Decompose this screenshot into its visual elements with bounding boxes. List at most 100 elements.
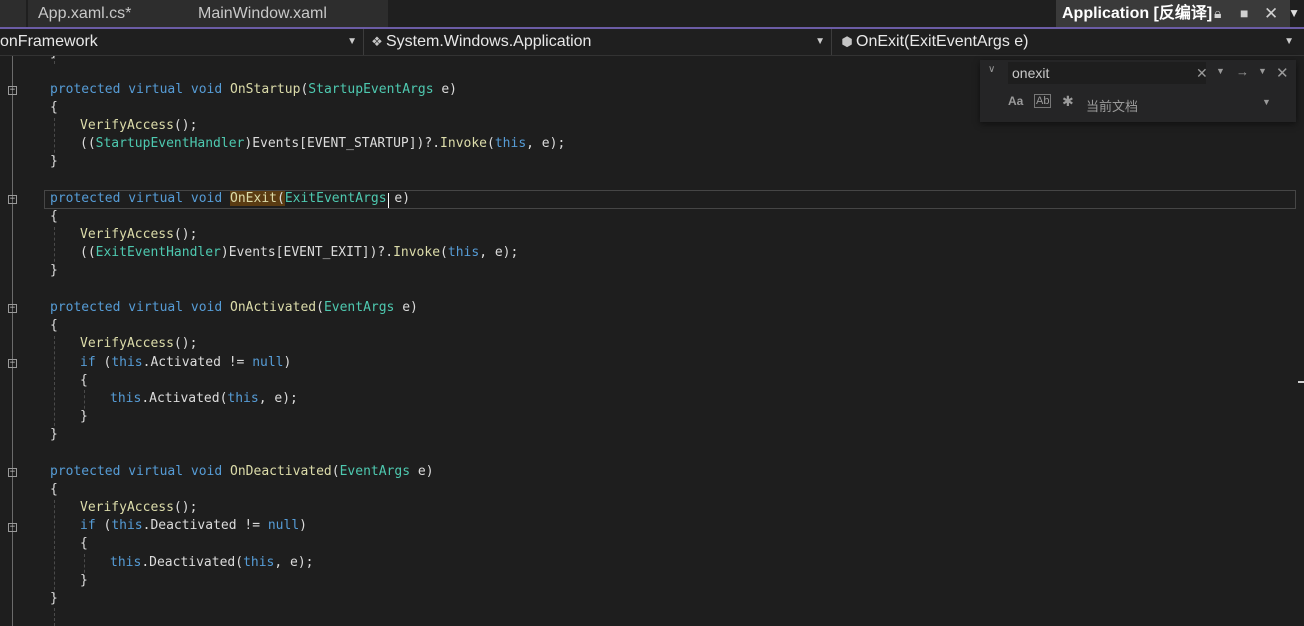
- tab-label: App.xaml.cs*: [38, 5, 132, 22]
- code-token: ((: [80, 136, 96, 151]
- code-line: {: [50, 481, 58, 499]
- code-line: {: [50, 99, 58, 117]
- code-token: Invoke: [393, 245, 441, 260]
- outline-gutter: − − − − − −: [0, 56, 24, 626]
- code-token: )Events[EVENT_EXIT])?.: [220, 245, 394, 260]
- tab-mainwindow-xaml[interactable]: MainWindow.xaml: [188, 0, 388, 27]
- code-token: protected virtual void: [50, 82, 231, 97]
- code-token: this: [447, 245, 480, 260]
- code-token: this: [111, 355, 143, 370]
- code-token: .Activated !=: [142, 355, 253, 370]
- search-input[interactable]: [1008, 62, 1206, 84]
- code-line: if (this.Activated != null): [80, 354, 291, 372]
- code-token: (: [276, 191, 285, 206]
- search-scope[interactable]: 当前文档: [1086, 96, 1138, 115]
- member-dropdown[interactable]: ⬢ OnExit(ExitEventArgs e) ▼: [838, 29, 1300, 55]
- collapse-icon[interactable]: −: [8, 523, 17, 532]
- code-token: ();: [173, 336, 198, 351]
- code-token: }: [50, 263, 58, 278]
- code-token: }: [80, 573, 88, 588]
- collapse-icon[interactable]: −: [8, 468, 17, 477]
- code-token: VerifyAccess: [80, 118, 174, 133]
- code-token: OnActivated: [230, 300, 317, 315]
- code-token: .Deactivated(: [141, 555, 244, 570]
- code-token: VerifyAccess: [80, 336, 174, 351]
- chevron-down-icon: ▼: [815, 36, 825, 47]
- code-line: {: [80, 372, 88, 390]
- code-line: VerifyAccess();: [80, 226, 197, 244]
- tab-app-xaml-cs[interactable]: App.xaml.cs*: [28, 0, 190, 27]
- code-token: VerifyAccess: [80, 227, 174, 242]
- code-token: if: [80, 518, 96, 533]
- code-token: (: [440, 245, 448, 260]
- code-token: {: [80, 536, 88, 551]
- code-token: }: [50, 591, 58, 606]
- code-token: .Deactivated !=: [142, 518, 268, 533]
- code-line: ((ExitEventHandler)Events[EVENT_EXIT])?.…: [80, 244, 518, 262]
- find-options-row: Aa Ab ✱ 当前文档 ▼: [980, 90, 1296, 118]
- collapse-icon[interactable]: −: [8, 195, 17, 204]
- arrow-right-icon[interactable]: →: [1236, 64, 1249, 79]
- code-line: protected virtual void OnExit(ExitEventA…: [50, 190, 410, 208]
- code-line: ((StartupEventHandler)Events[EVENT_START…: [80, 135, 565, 153]
- project-label: onFramework: [0, 33, 98, 50]
- code-token: (: [95, 355, 112, 370]
- tab-application-decompiled[interactable]: Application [反编译] 🔒︎ ■ ✕: [1056, 0, 1290, 27]
- search-match: OnExit: [230, 191, 277, 206]
- code-token: }: [50, 56, 58, 60]
- code-token: (: [487, 136, 495, 151]
- code-line: if (this.Deactivated != null): [80, 517, 307, 535]
- code-line: VerifyAccess();: [80, 499, 197, 517]
- tab-overflow-left[interactable]: [0, 0, 26, 27]
- close-icon[interactable]: ✕: [1276, 64, 1289, 82]
- code-token: e): [386, 191, 411, 206]
- code-line: {: [50, 208, 58, 226]
- code-token: EventArgs: [323, 300, 395, 315]
- type-dropdown[interactable]: ❖ System.Windows.Application ▼: [368, 29, 832, 55]
- type-label: System.Windows.Application: [386, 33, 592, 50]
- code-line: protected virtual void OnActivated(Event…: [50, 299, 418, 317]
- collapse-icon[interactable]: −: [8, 304, 17, 313]
- chevron-down-icon[interactable]: ▼: [1262, 97, 1271, 107]
- code-line: }: [80, 408, 88, 426]
- chevron-down-icon[interactable]: ▼: [1288, 0, 1300, 27]
- indent-guide: [54, 336, 55, 431]
- whole-word-icon[interactable]: Ab: [1034, 94, 1052, 108]
- chevron-down-icon: ▼: [347, 36, 357, 47]
- code-token: VerifyAccess: [80, 500, 174, 515]
- code-token: this: [111, 518, 143, 533]
- collapse-icon[interactable]: −: [8, 359, 17, 368]
- navigation-bar: onFramework ▼ ❖ System.Windows.Applicatio…: [0, 29, 1304, 56]
- chevron-down-icon[interactable]: ▼: [1216, 66, 1225, 76]
- code-token: this: [110, 391, 142, 406]
- chevron-down-icon[interactable]: ∨: [988, 64, 1002, 75]
- indent-guide: [54, 500, 55, 595]
- regex-icon[interactable]: ✱: [1062, 93, 1074, 110]
- member-label: OnExit(ExitEventArgs e): [856, 33, 1029, 50]
- code-token: this: [110, 555, 142, 570]
- chevron-down-icon[interactable]: ▼: [1258, 66, 1267, 76]
- code-line: {: [50, 317, 58, 335]
- find-row: ∨ ✕ ▼ → ▼ ✕: [980, 60, 1296, 88]
- code-token: ();: [173, 118, 198, 133]
- match-case-icon[interactable]: Aa: [1008, 94, 1023, 108]
- collapse-icon[interactable]: −: [8, 86, 17, 95]
- code-line: protected virtual void OnStartup(Startup…: [50, 81, 457, 99]
- scrollbar-marker[interactable]: [1298, 381, 1304, 383]
- code-token: , e);: [274, 555, 314, 570]
- code-token: e): [433, 82, 458, 97]
- project-dropdown[interactable]: onFramework ▼: [0, 29, 364, 55]
- code-token: null: [267, 518, 300, 533]
- code-line: {: [80, 535, 88, 553]
- code-editor[interactable]: − − − − − − } protected virtual void OnS…: [0, 56, 1304, 626]
- close-icon[interactable]: ✕: [1264, 0, 1278, 27]
- pin-icon[interactable]: ■: [1240, 0, 1248, 27]
- code-token: {: [80, 373, 88, 388]
- code-token: ();: [173, 500, 198, 515]
- code-token: e): [394, 300, 418, 315]
- code-token: EventArgs: [339, 464, 411, 479]
- code-token: ((: [80, 245, 96, 260]
- code-line: VerifyAccess();: [80, 335, 197, 353]
- code-token: }: [50, 154, 58, 169]
- clear-icon[interactable]: ✕: [1196, 65, 1208, 82]
